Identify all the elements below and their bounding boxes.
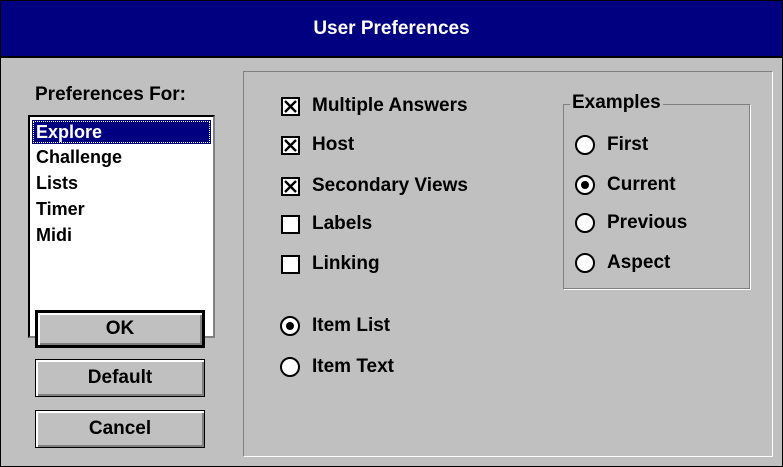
list-item-explore[interactable]: Explore	[32, 120, 211, 144]
preferences-for-label: Preferences For:	[35, 84, 187, 105]
checkbox-checked-icon	[281, 135, 300, 155]
first-label: First	[607, 134, 649, 155]
ok-button[interactable]: OK	[35, 310, 205, 348]
host-checkbox[interactable]: Host	[281, 134, 354, 156]
linking-label: Linking	[312, 253, 380, 274]
default-button[interactable]: Default	[35, 359, 205, 397]
item-list-label: Item List	[312, 315, 391, 336]
checkbox-unchecked-icon	[281, 254, 300, 274]
current-label: Current	[607, 174, 676, 195]
preferences-for-listbox[interactable]: Explore Challenge Lists Timer Midi	[28, 115, 215, 338]
checkbox-checked-icon	[281, 176, 300, 196]
user-preferences-dialog: User Preferences Preferences For: Explor…	[0, 0, 783, 467]
checkbox-checked-icon	[281, 96, 300, 116]
labels-label: Labels	[312, 213, 373, 234]
radio-unselected-icon	[575, 135, 595, 155]
cancel-button-label: Cancel	[88, 418, 152, 439]
examples-group-label: Examples	[570, 92, 663, 114]
dialog-client-area: Preferences For: Explore Challenge Lists…	[10, 63, 777, 461]
aspect-radio[interactable]: Aspect	[575, 252, 670, 274]
dialog-title-bar[interactable]: User Preferences	[1, 1, 782, 58]
list-item-lists[interactable]: Lists	[30, 170, 213, 196]
ok-button-label: OK	[105, 318, 135, 339]
previous-radio[interactable]: Previous	[575, 212, 687, 234]
radio-selected-icon	[575, 175, 595, 195]
secondary-views-label: Secondary Views	[312, 175, 468, 196]
item-text-label: Item Text	[312, 356, 395, 377]
cancel-button[interactable]: Cancel	[35, 410, 205, 448]
linking-checkbox[interactable]: Linking	[281, 253, 380, 275]
item-text-radio[interactable]: Item Text	[280, 356, 394, 378]
radio-unselected-icon	[575, 253, 595, 273]
aspect-label: Aspect	[607, 252, 671, 273]
default-button-label: Default	[87, 367, 153, 388]
list-item-timer[interactable]: Timer	[30, 196, 213, 222]
dialog-title: User Preferences	[313, 17, 470, 39]
multiple-answers-label: Multiple Answers	[312, 95, 468, 116]
item-list-radio[interactable]: Item List	[280, 315, 390, 337]
first-radio[interactable]: First	[575, 134, 648, 156]
radio-unselected-icon	[575, 213, 595, 233]
multiple-answers-checkbox[interactable]: Multiple Answers	[281, 95, 468, 117]
radio-unselected-icon	[280, 357, 300, 377]
host-label: Host	[312, 134, 355, 155]
list-item-midi[interactable]: Midi	[30, 222, 213, 248]
previous-label: Previous	[607, 212, 688, 233]
secondary-views-checkbox[interactable]: Secondary Views	[281, 175, 468, 197]
radio-selected-icon	[280, 316, 300, 336]
list-item-challenge[interactable]: Challenge	[30, 144, 213, 170]
checkbox-unchecked-icon	[281, 214, 300, 234]
current-radio[interactable]: Current	[575, 174, 676, 196]
labels-checkbox[interactable]: Labels	[281, 213, 372, 235]
